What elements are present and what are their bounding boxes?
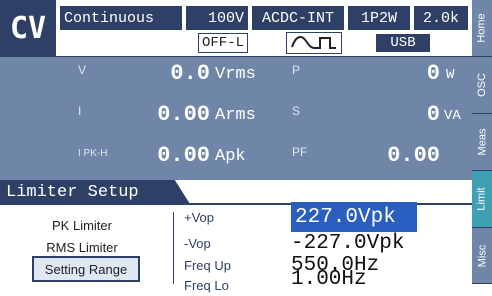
- power-value: 0: [426, 61, 440, 86]
- measurement-row: V 0.0 Vrms P 0 W: [0, 57, 472, 98]
- apparent-power-label: S: [292, 104, 301, 118]
- setting-range-menu-item[interactable]: Setting Range: [32, 256, 140, 282]
- tab-osc-label: OSC: [476, 73, 488, 97]
- tab-meas[interactable]: Meas: [472, 114, 492, 171]
- current-value: 0.00: [157, 102, 210, 127]
- measurement-row: I 0.00 Arms S 0 VA: [0, 98, 472, 139]
- power-factor-label: PF: [292, 145, 308, 159]
- power-label: P: [292, 63, 301, 77]
- menu-divider: [173, 212, 174, 284]
- output-state-badge: OFF-L: [198, 33, 248, 53]
- peak-current-unit: Apk: [215, 147, 246, 166]
- voltage-label: V: [78, 63, 87, 77]
- measurement-panel: V 0.0 Vrms P 0 W I 0.00 Arms S 0 VA I PK…: [0, 57, 472, 180]
- freq-up-label: Freq Up: [184, 257, 231, 273]
- tab-osc[interactable]: OSC: [472, 57, 492, 114]
- voltage-range: 100V: [186, 6, 248, 30]
- main-panel: CV Continuous 100V ACDC-INT 1P2W 2.0k OF…: [0, 0, 472, 293]
- apparent-power-value: 0: [426, 102, 440, 127]
- mode-detail: Continuous: [60, 6, 182, 30]
- voltage-value: 0.0: [170, 61, 210, 86]
- sine-square-wave-icon: [291, 36, 336, 49]
- freq-lo-field[interactable]: 1.00Hz: [291, 268, 367, 284]
- vop-positive-label: +Vop: [184, 209, 215, 225]
- tab-meas-label: Meas: [476, 128, 488, 156]
- tab-limit[interactable]: Limit: [472, 171, 492, 228]
- frequency-range: 2.0k: [414, 6, 468, 30]
- tab-home-label: Home: [476, 13, 488, 43]
- waveform-indicator: [286, 32, 342, 54]
- tab-home[interactable]: Home: [472, 0, 492, 57]
- limiter-setup-title: Limiter Setup: [0, 180, 190, 204]
- phase-mode: 1P2W: [348, 6, 410, 30]
- current-label: I: [78, 104, 82, 118]
- tab-misc[interactable]: Misc: [472, 228, 492, 284]
- interface-badge: USB: [376, 34, 430, 52]
- current-unit: Arms: [215, 106, 256, 125]
- vop-negative-label: -Vop: [184, 235, 211, 251]
- tab-limit-label: Limit: [476, 187, 489, 211]
- coupling-mode: ACDC-INT: [252, 6, 344, 30]
- freq-lo-label: Freq Lo: [184, 277, 229, 293]
- power-factor-value: 0.00: [387, 143, 440, 168]
- measurement-row: I PK-H 0.00 Apk PF 0.00: [0, 139, 472, 180]
- mode-indicator: CV: [0, 0, 56, 57]
- voltage-unit: Vrms: [215, 65, 256, 84]
- power-unit: W: [446, 67, 455, 83]
- apparent-power-unit: VA: [444, 108, 461, 124]
- peak-current-label: I PK-H: [78, 148, 108, 159]
- tab-misc-label: Misc: [476, 244, 489, 267]
- peak-current-value: 0.00: [157, 143, 210, 168]
